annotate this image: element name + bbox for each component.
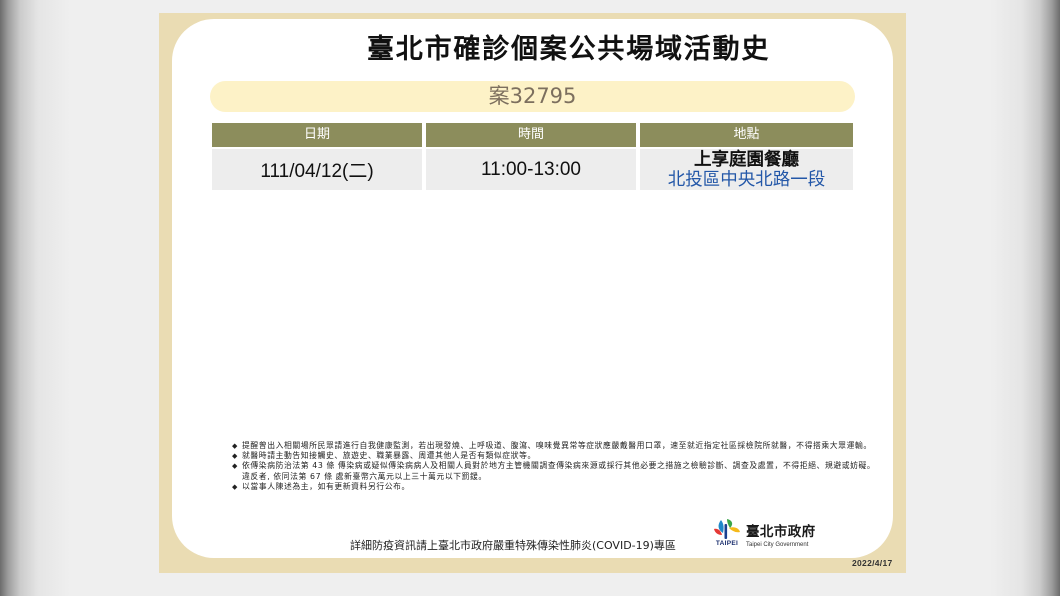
cell-time: 11:00-13:00 [426, 149, 636, 190]
note-text: 就醫時請主動告知接觸史、旅遊史、職業暴露、周遭其他人是否有類似症狀等。 [242, 451, 536, 461]
note-line: ◆ 依傳染病防治法第 43 條 傳染病或疑似傳染病病人及相關人員對於地方主管機關… [232, 461, 882, 471]
note-line: ◆ 就醫時請主動告知接觸史、旅遊史、職業暴露、周遭其他人是否有類似症狀等。 [232, 451, 882, 461]
note-text: 以當事人陳述為主，如有更新資料另行公布。 [242, 481, 410, 491]
column-header-place: 地點 [640, 123, 853, 147]
table-header-row: 日期 時間 地點 [212, 123, 853, 147]
diamond-bullet-icon: ◆ [232, 452, 238, 461]
note-item: ◆ 依傳染病防治法第 43 條 傳染病或疑似傳染病病人及相關人員對於地方主管機關… [232, 461, 882, 481]
note-item: ◆ 以當事人陳述為主，如有更新資料另行公布。 [232, 482, 882, 492]
note-item: ◆ 提醒曾出入相關場所民眾請進行自我健康監測，若出現發燒、上呼吸道、腹瀉、嗅味覺… [232, 441, 882, 451]
table-row: 111/04/12(二) 11:00-13:00 上享庭園餐廳 北投區中央北路一… [212, 149, 853, 190]
column-header-date: 日期 [212, 123, 422, 147]
diamond-bullet-icon: ◆ [232, 442, 238, 450]
note-line-continuation: 違反者, 依同法第 67 條 處新臺幣六萬元以上三十萬元以下罰鍰。 [232, 472, 882, 482]
notes-list: ◆ 提醒曾出入相關場所民眾請進行自我健康監測，若出現發燒、上呼吸道、腹瀉、嗅味覺… [232, 441, 882, 492]
cell-date: 111/04/12(二) [212, 149, 422, 190]
taipei-logo: TAIPEI [710, 518, 744, 548]
cell-place: 上享庭園餐廳 北投區中央北路一段 [640, 149, 853, 190]
place-name: 上享庭園餐廳 [694, 149, 799, 170]
note-line: ◆ 以當事人陳述為主，如有更新資料另行公布。 [232, 482, 882, 492]
page-title: 臺北市確診個案公共場域活動史 [367, 34, 771, 65]
logo-english-name: Taipei City Government [746, 542, 809, 548]
page: { "slide": { "title": "臺北市確診個案公共場域活動史", … [0, 0, 1060, 596]
diamond-bullet-icon: ◆ [232, 482, 238, 491]
activity-table: 日期 時間 地點 111/04/12(二) 11:00-13:00 上享庭園餐廳… [212, 123, 853, 190]
column-header-time: 時間 [426, 123, 636, 147]
diamond-bullet-icon: ◆ [232, 462, 238, 471]
note-text: 違反者, 依同法第 67 條 處新臺幣六萬元以上三十萬元以下罰鍰。 [242, 471, 487, 481]
note-text: 提醒曾出入相關場所民眾請進行自我健康監測，若出現發燒、上呼吸道、腹瀉、嗅味覺異常… [242, 441, 872, 450]
taipei-city-logo-icon [714, 519, 740, 539]
logo-mark-text: TAIPEI [715, 540, 739, 547]
case-number: 案32795 [488, 84, 577, 108]
place-address: 北投區中央北路一段 [667, 169, 826, 190]
case-number-bar: 案32795 [210, 81, 855, 112]
slide-frame: 臺北市確診個案公共場域活動史 案32795 日期 時間 地點 111/04/12… [159, 13, 906, 573]
note-item: ◆ 就醫時請主動告知接觸史、旅遊史、職業暴露、周遭其他人是否有類似症狀等。 [232, 451, 882, 461]
logo-name: 臺北市政府 [746, 524, 816, 540]
note-text: 依傳染病防治法第 43 條 傳染病或疑似傳染病病人及相關人員對於地方主管機關調查… [242, 461, 876, 471]
slide-date: 2022/4/17 [852, 558, 893, 568]
footer-info-text: 詳細防疫資訊請上臺北市政府嚴重特殊傳染性肺炎(COVID-19)專區 [350, 539, 676, 552]
note-line: ◆ 提醒曾出入相關場所民眾請進行自我健康監測，若出現發燒、上呼吸道、腹瀉、嗅味覺… [232, 441, 882, 451]
